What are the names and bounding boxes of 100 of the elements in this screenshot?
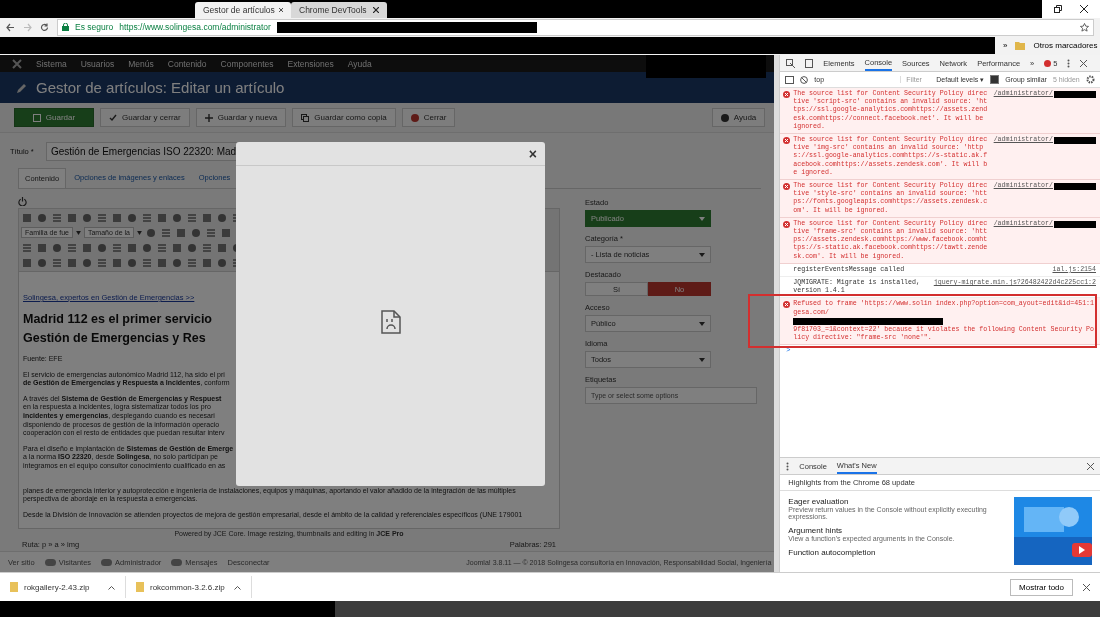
format-icon[interactable] bbox=[111, 211, 123, 224]
format-icon[interactable] bbox=[36, 241, 48, 254]
format-icon[interactable] bbox=[21, 241, 33, 254]
toolbar-button[interactable]: Guardar como copia bbox=[292, 108, 396, 127]
format-icon[interactable] bbox=[126, 256, 138, 269]
reload-icon[interactable] bbox=[40, 22, 49, 32]
browser-tab[interactable]: Gestor de artículos bbox=[195, 2, 291, 18]
toolbar-button[interactable]: Guardar y cerrar bbox=[100, 108, 190, 127]
close-icon[interactable] bbox=[278, 7, 283, 13]
format-icon[interactable] bbox=[171, 256, 183, 269]
caret-icon[interactable] bbox=[75, 230, 81, 235]
menu-item[interactable]: Contenido bbox=[167, 58, 207, 69]
format-icon[interactable] bbox=[171, 211, 183, 224]
format-icon[interactable] bbox=[171, 241, 183, 254]
format-icon[interactable] bbox=[126, 241, 138, 254]
format-icon[interactable] bbox=[141, 241, 153, 254]
format-icon[interactable] bbox=[186, 256, 198, 269]
format-icon[interactable] bbox=[81, 241, 93, 254]
bookmark-folder[interactable]: Otros marcadores bbox=[1033, 41, 1098, 50]
format-icon[interactable] bbox=[96, 241, 108, 254]
format-icon[interactable] bbox=[36, 211, 48, 224]
kebab-menu-icon[interactable] bbox=[1067, 58, 1071, 68]
toolbar-button[interactable]: Guardar bbox=[14, 108, 94, 127]
inspect-icon[interactable] bbox=[786, 58, 796, 68]
format-icon[interactable] bbox=[141, 211, 153, 224]
caret-icon bbox=[699, 320, 705, 327]
device-icon[interactable] bbox=[805, 58, 814, 68]
browser-tab[interactable]: Chrome DevTools bbox=[291, 2, 387, 18]
plus-icon bbox=[204, 113, 213, 122]
scrollbar[interactable] bbox=[774, 55, 780, 572]
format-icon[interactable] bbox=[21, 256, 33, 269]
star-icon[interactable] bbox=[1080, 22, 1089, 32]
format-icon[interactable] bbox=[205, 226, 217, 239]
caret-icon[interactable] bbox=[234, 584, 241, 590]
format-icon[interactable] bbox=[81, 211, 93, 224]
format-icon[interactable] bbox=[126, 211, 138, 224]
kebab-menu-icon[interactable] bbox=[786, 461, 790, 471]
forward-icon[interactable] bbox=[23, 22, 32, 32]
menu-item[interactable]: Extensiones bbox=[287, 58, 334, 69]
format-icon[interactable] bbox=[145, 226, 157, 239]
back-icon[interactable] bbox=[6, 22, 15, 32]
show-all-button[interactable]: Mostrar todo bbox=[1010, 578, 1073, 596]
format-icon[interactable] bbox=[201, 256, 213, 269]
feature-title[interactable]: Function autocompletion bbox=[788, 548, 1008, 557]
format-icon[interactable] bbox=[175, 226, 187, 239]
power-icon[interactable] bbox=[18, 196, 27, 206]
format-icon[interactable] bbox=[21, 211, 33, 224]
menu-item[interactable]: Ayuda bbox=[347, 58, 372, 69]
format-icon[interactable] bbox=[66, 256, 78, 269]
feature-title[interactable]: Argument hints bbox=[788, 526, 1008, 535]
format-icon[interactable] bbox=[216, 211, 228, 224]
format-icon[interactable] bbox=[156, 211, 168, 224]
menu-item[interactable]: Menús bbox=[128, 58, 154, 69]
help-button[interactable]: Ayuda bbox=[711, 108, 766, 127]
close-icon[interactable] bbox=[373, 7, 379, 13]
format-icon[interactable] bbox=[141, 256, 153, 269]
format-icon[interactable] bbox=[186, 211, 198, 224]
overflow-chevron[interactable]: » bbox=[1003, 41, 1008, 50]
toolbar-button[interactable]: Cerrar bbox=[401, 108, 456, 127]
close-icon[interactable] bbox=[1080, 59, 1088, 67]
close-icon[interactable] bbox=[1087, 462, 1094, 470]
caret-icon[interactable] bbox=[137, 230, 142, 235]
close-icon[interactable] bbox=[1083, 583, 1090, 591]
caret-icon[interactable] bbox=[108, 584, 115, 590]
format-icon[interactable] bbox=[51, 241, 63, 254]
menu-item[interactable]: Sistema bbox=[36, 58, 67, 69]
format-icon[interactable] bbox=[96, 211, 108, 224]
feature-title[interactable]: Eager evaluation bbox=[788, 497, 1008, 506]
format-icon[interactable] bbox=[81, 256, 93, 269]
format-icon[interactable] bbox=[51, 256, 63, 269]
format-icon[interactable] bbox=[156, 256, 168, 269]
close-button[interactable]: × bbox=[528, 145, 537, 162]
format-icon[interactable] bbox=[160, 226, 172, 239]
format-icon[interactable] bbox=[96, 256, 108, 269]
format-icon[interactable] bbox=[66, 241, 78, 254]
menu-item[interactable]: Componentes bbox=[220, 58, 274, 69]
format-icon[interactable] bbox=[220, 226, 232, 239]
format-icon[interactable] bbox=[201, 241, 213, 254]
clear-icon[interactable] bbox=[800, 75, 809, 84]
restore-icon[interactable] bbox=[1054, 5, 1062, 13]
settings-icon[interactable] bbox=[1085, 75, 1095, 84]
format-icon[interactable] bbox=[186, 241, 198, 254]
format-icon[interactable] bbox=[111, 241, 123, 254]
checkbox[interactable] bbox=[990, 75, 1000, 84]
sidebar-toggle-icon[interactable] bbox=[785, 75, 795, 84]
format-icon[interactable] bbox=[201, 211, 213, 224]
format-icon[interactable] bbox=[156, 241, 168, 254]
format-icon[interactable] bbox=[36, 256, 48, 269]
download-item[interactable]: rokgallery-2.43.zip bbox=[24, 582, 90, 592]
format-icon[interactable] bbox=[51, 211, 63, 224]
toolbar-button[interactable]: Guardar y nueva bbox=[195, 108, 287, 127]
format-icon[interactable] bbox=[111, 256, 123, 269]
format-icon[interactable] bbox=[216, 241, 228, 254]
address-bar[interactable]: Es seguro https://www.solingesa.com/administrator bbox=[57, 18, 1094, 36]
close-icon[interactable] bbox=[1080, 5, 1088, 13]
format-icon[interactable] bbox=[66, 211, 78, 224]
format-icon[interactable] bbox=[190, 226, 202, 239]
download-item[interactable]: rokcommon-3.2.6.zip bbox=[150, 582, 225, 592]
menu-item[interactable]: Usuarios bbox=[80, 58, 115, 69]
format-icon[interactable] bbox=[216, 256, 228, 269]
